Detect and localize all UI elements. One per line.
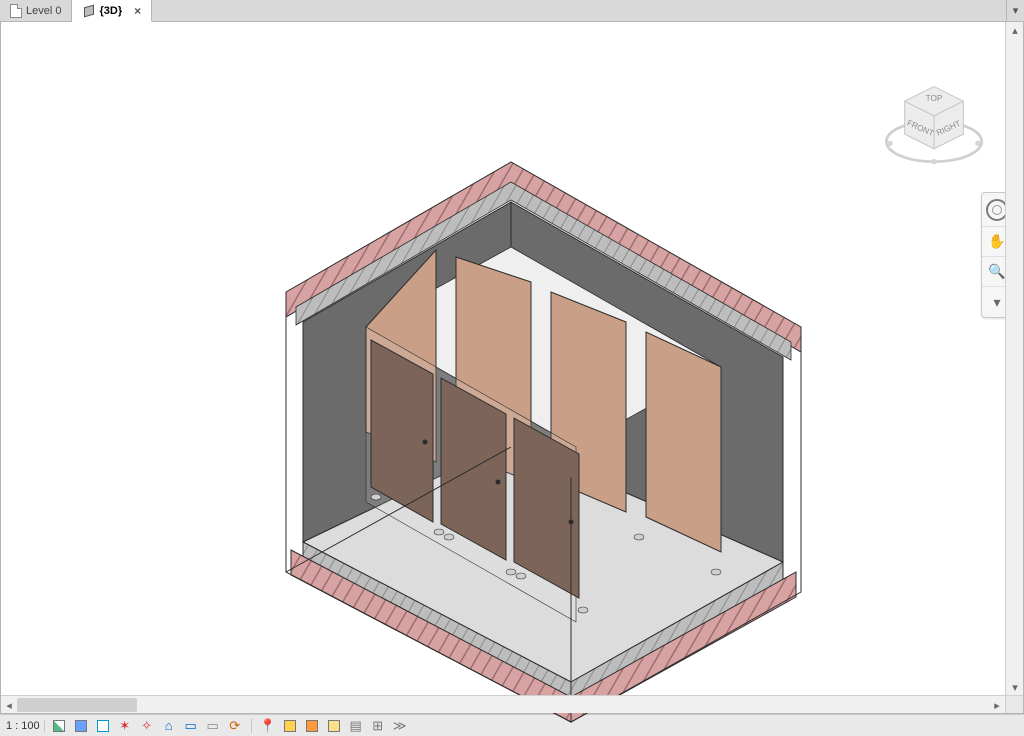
viewcube-top-label: TOP (926, 94, 943, 103)
reveal-constraints-icon[interactable]: ≫ (392, 718, 408, 734)
close-tab-icon[interactable]: × (134, 4, 141, 18)
detail-level-icon[interactable] (73, 718, 89, 734)
sun-path-icon[interactable]: ✶ (117, 718, 133, 734)
vertical-scrollbar[interactable]: ▴ ▾ (1005, 22, 1023, 695)
crop-view-icon[interactable]: ▭ (183, 718, 199, 734)
reveal-hidden-icon[interactable] (304, 718, 320, 734)
tab-3d-label: {3D} (99, 5, 122, 17)
show-crop-region-icon[interactable]: ▭ (205, 718, 221, 734)
worksharing-display-icon[interactable] (326, 718, 342, 734)
shadows-icon[interactable]: ✧ (139, 718, 155, 734)
plan-view-icon (10, 4, 22, 18)
view-control-bar: 1 : 100 ✶ ✧ ⌂ ▭ ▭ ⟳ 📍 ▤ ⊞ ≫ (0, 714, 1024, 736)
scroll-corner (1005, 695, 1023, 713)
view-tab-strip: Level 0 {3D} × ▾ (0, 0, 1024, 22)
tab-level0-label: Level 0 (26, 5, 61, 17)
view-cube[interactable]: TOP FRONT RIGHT (879, 70, 989, 180)
scroll-down-icon[interactable]: ▾ (1006, 679, 1024, 695)
3d-model-canvas[interactable] (171, 82, 851, 682)
view-scale[interactable]: 1 : 100 (6, 720, 45, 732)
scale-selector-icon[interactable] (51, 718, 67, 734)
threed-view-icon (82, 4, 95, 17)
tab-level0[interactable]: Level 0 (0, 0, 72, 21)
tab-overflow-menu[interactable]: ▾ (1006, 0, 1024, 21)
visual-style-icon[interactable] (95, 718, 111, 734)
show-analytical-icon[interactable]: ⊞ (370, 718, 386, 734)
tab-3d[interactable]: {3D} × (72, 0, 152, 22)
viewport[interactable]: TOP FRONT RIGHT ✋ 🔍 ▾ (0, 22, 1024, 714)
save-orientation-icon[interactable]: 📍 (260, 718, 276, 734)
hscroll-thumb[interactable] (17, 698, 137, 712)
scroll-right-icon[interactable]: ▸ (989, 696, 1005, 714)
temporary-view-props-icon[interactable]: ▤ (348, 718, 364, 734)
scroll-left-icon[interactable]: ◂ (1, 696, 17, 714)
horizontal-scrollbar[interactable]: ◂ ▸ (1, 695, 1005, 713)
scroll-up-icon[interactable]: ▴ (1006, 22, 1024, 38)
lock-3d-view-icon[interactable]: ⟳ (227, 718, 243, 734)
render-dialog-icon[interactable]: ⌂ (161, 718, 177, 734)
temporary-hide-icon[interactable] (282, 718, 298, 734)
